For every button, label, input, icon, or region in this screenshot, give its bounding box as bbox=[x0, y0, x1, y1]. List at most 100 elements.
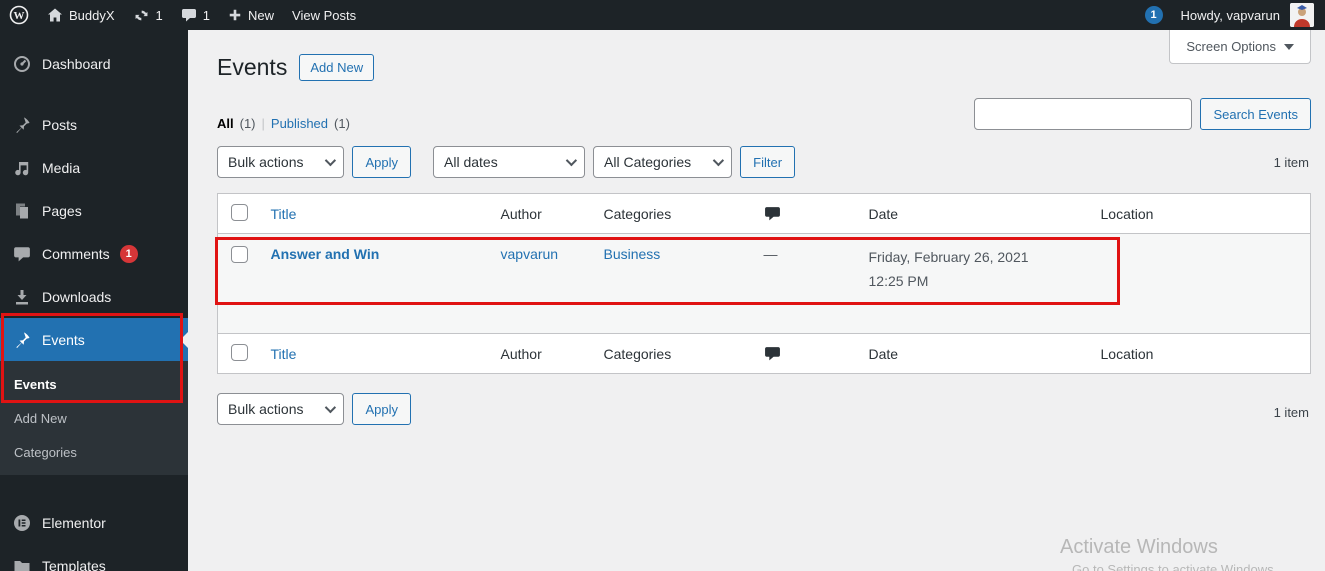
view-posts-label: View Posts bbox=[292, 7, 357, 23]
sidebar-item-label: Pages bbox=[42, 202, 82, 219]
page-title: Events bbox=[217, 54, 288, 80]
events-list-table: Title Author Categories Date Location An… bbox=[217, 193, 1311, 374]
view-all-label[interactable]: All bbox=[217, 116, 234, 131]
sidebar-item-posts[interactable]: Posts bbox=[0, 103, 188, 146]
view-published-count: (1) bbox=[334, 116, 350, 131]
item-count: 1 item bbox=[1273, 405, 1309, 420]
sidebar-item-label: Elementor bbox=[42, 514, 106, 531]
select-all-checkbox[interactable] bbox=[231, 203, 248, 221]
site-name-label: BuddyX bbox=[69, 7, 115, 23]
new-label: New bbox=[248, 7, 275, 23]
column-footer-location: Location bbox=[1090, 333, 1311, 374]
column-footer-date: Date bbox=[858, 333, 1091, 374]
sidebar-item-label: Media bbox=[42, 159, 81, 176]
view-published-link[interactable]: Published bbox=[271, 116, 328, 131]
comment-bubble-icon bbox=[764, 345, 849, 362]
sidebar-item-label: Downloads bbox=[42, 288, 112, 305]
bulk-actions-select[interactable]: Bulk actions bbox=[217, 146, 345, 178]
row-checkbox[interactable] bbox=[231, 246, 248, 263]
wordpress-logo-icon: W bbox=[9, 5, 29, 25]
home-icon bbox=[47, 7, 63, 23]
apply-button-bottom[interactable]: Apply bbox=[352, 393, 412, 425]
updates-icon bbox=[133, 7, 150, 24]
sidebar-item-label: Dashboard bbox=[42, 55, 111, 72]
table-row: Answer and Win vapvarun Business — Frida… bbox=[217, 233, 1311, 334]
all-categories-select[interactable]: All Categories bbox=[593, 146, 733, 178]
activate-windows-watermark: Activate Windows bbox=[1060, 536, 1218, 558]
admin-bar-right: 1 Howdy, vapvarun bbox=[1136, 0, 1325, 30]
view-all-count: (1) bbox=[239, 116, 256, 131]
select-all-checkbox[interactable] bbox=[231, 343, 248, 361]
view-filter-links: All (1) | Published (1) bbox=[217, 116, 350, 131]
date-cell: Friday, February 26, 2021 12:25 PM bbox=[858, 233, 1091, 334]
plus-icon bbox=[228, 8, 242, 22]
item-count: 1 item bbox=[1273, 155, 1309, 170]
sidebar-item-media[interactable]: Media bbox=[0, 146, 188, 189]
new-content-menu[interactable]: New bbox=[219, 0, 283, 30]
svg-text:W: W bbox=[14, 10, 25, 22]
submenu-item-categories[interactable]: Categories bbox=[0, 435, 188, 469]
my-account-menu[interactable]: Howdy, vapvarun bbox=[1172, 0, 1325, 30]
view-posts-menu[interactable]: View Posts bbox=[283, 0, 365, 30]
comments-count-badge: 1 bbox=[119, 244, 138, 263]
sidebar-item-events[interactable]: Events bbox=[0, 318, 188, 361]
sidebar-item-templates[interactable]: Templates bbox=[0, 544, 188, 571]
category-link[interactable]: Business bbox=[604, 246, 661, 262]
comment-bubble-icon bbox=[181, 7, 197, 23]
menu-separator bbox=[0, 85, 188, 103]
sidebar-item-label: Templates bbox=[42, 557, 106, 571]
pages-icon bbox=[12, 202, 32, 220]
sidebar-item-label: Events bbox=[42, 331, 85, 348]
add-new-button[interactable]: Add New bbox=[299, 54, 375, 81]
sidebar-item-dashboard[interactable]: Dashboard bbox=[0, 42, 188, 85]
updates-menu[interactable]: 1 bbox=[124, 0, 172, 30]
updates-count: 1 bbox=[155, 7, 163, 23]
screen-options-tab[interactable]: Screen Options bbox=[1169, 30, 1311, 64]
avatar bbox=[1290, 3, 1314, 27]
chevron-down-icon bbox=[325, 401, 337, 414]
comment-bubble-icon bbox=[764, 205, 849, 222]
site-name-menu[interactable]: BuddyX bbox=[38, 0, 124, 30]
all-dates-select[interactable]: All dates bbox=[433, 146, 586, 178]
chevron-down-icon bbox=[325, 154, 337, 167]
filter-button[interactable]: Filter bbox=[740, 146, 796, 178]
all-dates-value: All dates bbox=[444, 154, 498, 170]
event-title-link[interactable]: Answer and Win bbox=[271, 246, 380, 262]
elementor-icon bbox=[12, 514, 32, 532]
sidebar-item-label: Posts bbox=[42, 116, 78, 133]
author-link[interactable]: vapvarun bbox=[501, 246, 559, 262]
sidebar-item-elementor[interactable]: Elementor bbox=[0, 501, 188, 544]
main-content: Screen Options Events Add New All (1) | … bbox=[188, 30, 1325, 571]
column-footer-author: Author bbox=[490, 333, 594, 374]
comments-menu[interactable]: 1 bbox=[172, 0, 219, 30]
comments-count: 1 bbox=[202, 7, 211, 23]
sidebar-item-label: Comments bbox=[42, 245, 110, 262]
activate-windows-subtext: Go to Settings to activate Windows bbox=[1072, 562, 1274, 571]
column-header-title[interactable]: Title bbox=[271, 206, 297, 222]
comments-cell: — bbox=[753, 233, 859, 334]
column-footer-title[interactable]: Title bbox=[271, 346, 297, 362]
search-events-button[interactable]: Search Events bbox=[1200, 98, 1311, 130]
pushpin-icon bbox=[12, 116, 32, 134]
notifications-menu[interactable]: 1 bbox=[1136, 0, 1172, 30]
chevron-down-icon bbox=[565, 154, 578, 167]
howdy-label: Howdy, vapvarun bbox=[1180, 7, 1280, 23]
date-line2: 12:25 PM bbox=[868, 272, 929, 289]
wordpress-logo-menu[interactable]: W bbox=[0, 0, 38, 30]
sidebar-item-comments[interactable]: Comments 1 bbox=[0, 232, 188, 275]
column-header-comments bbox=[753, 193, 859, 234]
sidebar-item-pages[interactable]: Pages bbox=[0, 189, 188, 232]
notification-count-badge: 1 bbox=[1144, 6, 1163, 24]
admin-sidebar: Dashboard Posts Media Pages Comments 1 D… bbox=[0, 30, 188, 571]
apply-button[interactable]: Apply bbox=[352, 146, 412, 178]
bulk-actions-select-bottom[interactable]: Bulk actions bbox=[217, 393, 345, 425]
column-header-author: Author bbox=[490, 193, 594, 234]
media-icon bbox=[12, 159, 32, 177]
submenu-item-events[interactable]: Events bbox=[0, 367, 188, 401]
submenu-item-add-new[interactable]: Add New bbox=[0, 401, 188, 435]
folder-icon bbox=[12, 557, 32, 571]
views-separator: | bbox=[261, 116, 265, 131]
chevron-down-icon bbox=[712, 154, 725, 167]
sidebar-item-downloads[interactable]: Downloads bbox=[0, 275, 188, 318]
search-input[interactable] bbox=[974, 98, 1193, 130]
